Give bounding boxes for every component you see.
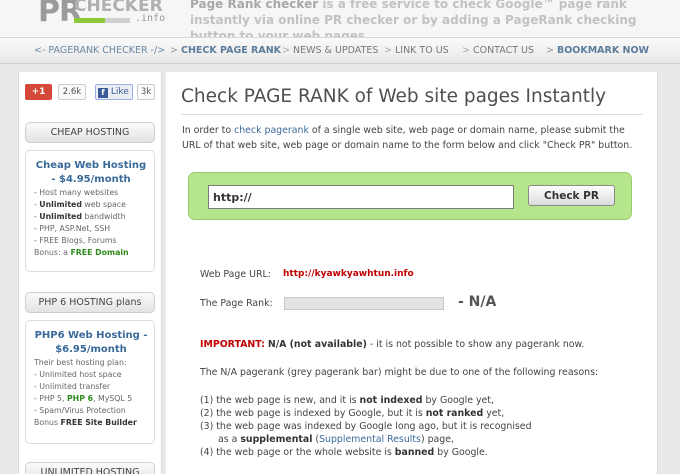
site-tagline: Page Rank checker is a free service to c… <box>190 0 670 37</box>
url-input[interactable] <box>208 185 514 209</box>
php6-hosting-feature: - Unlimited host space <box>34 370 122 379</box>
facebook-like-count: 3k <box>137 84 155 100</box>
cheap-hosting-box: Cheap Web Hosting - $4.95/month - Host m… <box>25 150 155 272</box>
check-pr-button[interactable]: Check PR <box>528 185 615 206</box>
php6-hosting-title[interactable]: PHP6 Web Hosting - $6.95/month <box>34 329 148 357</box>
cheap-hosting-heading: CHEAP HOSTING <box>25 122 155 143</box>
important-note: IMPORTANT: N/A (not available) - it is n… <box>200 339 585 350</box>
facebook-like-label: Like <box>110 87 129 97</box>
nav-contact-us-label: CONTACT US <box>472 45 535 56</box>
cheap-hosting-feature: - Unlimited web space <box>34 200 126 209</box>
title-divider <box>181 114 643 115</box>
nav-link-to-us[interactable]: > LINK TO US <box>384 45 449 56</box>
page-rank-value: - N/A <box>458 294 497 310</box>
unlimited-hosting-heading: UNLIMITED HOSTING <box>25 462 155 474</box>
reason-3-continued: as a supplemental (Supplemental Results)… <box>218 434 454 445</box>
main-nav: <- PAGERANK CHECKER -/> > CHECK PAGE RANK… <box>0 38 680 64</box>
nav-check-page-rank[interactable]: > CHECK PAGE RANK <box>170 45 281 56</box>
check-pagerank-link[interactable]: check pagerank <box>234 125 309 136</box>
nav-news-updates-label: NEWS & UPDATES <box>292 45 379 56</box>
web-page-url-value[interactable]: http://kyawkyawhtun.info <box>283 269 414 279</box>
cheap-hosting-feature: - PHP, ASP.Net, SSH <box>34 224 111 233</box>
php6-hosting-feature: - Unlimited transfer <box>34 382 111 391</box>
page-rank-label: The Page Rank: <box>200 298 273 309</box>
php6-hosting-heading: PHP 6 HOSTING plans <box>25 292 155 313</box>
reason-4: (4) the web page or the whole website is… <box>200 447 488 458</box>
php6-hosting-box: PHP6 Web Hosting - $6.95/month Their bes… <box>25 320 155 444</box>
cheap-hosting-title[interactable]: Cheap Web Hosting - $4.95/month <box>34 159 148 187</box>
sidebar: +1 2.6k f Like 3k CHEAP HOSTING Cheap We… <box>18 72 162 474</box>
page-title: Check PAGE RANK of Web site pages Instan… <box>181 86 607 107</box>
facebook-like-button[interactable]: f Like <box>95 84 133 100</box>
nav-link-to-us-label: LINK TO US <box>394 45 449 56</box>
nav-pagerank-checker[interactable]: <- PAGERANK CHECKER -/> <box>34 45 165 56</box>
logo-pagerank-bar <box>74 18 130 23</box>
logo-pagerank-bar-fill <box>74 18 105 23</box>
web-page-url-label: Web Page URL: <box>200 269 271 280</box>
google-plus-count: 2.6k <box>58 84 86 100</box>
reason-3: (3) the web page was indexed by Google l… <box>200 421 532 432</box>
na-reasons-intro: The N/A pagerank (grey pagerank bar) mig… <box>200 367 599 378</box>
site-header: PR CHECKER .info Page Rank checker is a … <box>0 0 680 38</box>
pagerank-bar <box>284 297 444 310</box>
supplemental-results-link[interactable]: Supplemental Results <box>319 434 421 445</box>
nav-bookmark-now-label: BOOKMARK NOW <box>556 45 650 56</box>
pr-check-form: Check PR <box>188 172 632 220</box>
google-plus-button[interactable]: +1 <box>25 84 52 100</box>
nav-contact-us[interactable]: > CONTACT US <box>462 45 534 56</box>
intro-text: In order to check pagerank of a single w… <box>182 125 633 151</box>
facebook-icon: f <box>98 88 108 98</box>
nav-bookmark-now[interactable]: > BOOKMARK NOW <box>546 45 649 56</box>
php6-hosting-feature: - Spam/Virus Protection <box>34 406 126 415</box>
main-content: Check PAGE RANK of Web site pages Instan… <box>166 72 658 474</box>
cheap-hosting-feature: - FREE Blogs, Forums <box>34 236 117 245</box>
reason-2: (2) the web page is indexed by Google, b… <box>200 408 505 419</box>
cheap-hosting-bonus: Bonus: a FREE Domain <box>34 248 129 257</box>
php6-hosting-feature: - PHP 5, PHP 6, MySQL 5 <box>34 394 133 403</box>
logo-info-text: .info <box>135 13 166 24</box>
php6-hosting-bonus: Bonus FREE Site Builder <box>34 418 137 427</box>
cheap-hosting-feature: - Unlimited bandwidth <box>34 212 126 221</box>
nav-check-page-rank-label: CHECK PAGE RANK <box>180 45 282 56</box>
php6-hosting-feature: Their best hosting plan: <box>34 358 127 367</box>
reason-1: (1) the web page is new, and it is not i… <box>200 395 494 406</box>
cheap-hosting-feature: - Host many websites <box>34 188 119 197</box>
nav-news-updates[interactable]: > NEWS & UPDATES <box>282 45 378 56</box>
tagline-strong: Page Rank checker <box>190 0 319 11</box>
